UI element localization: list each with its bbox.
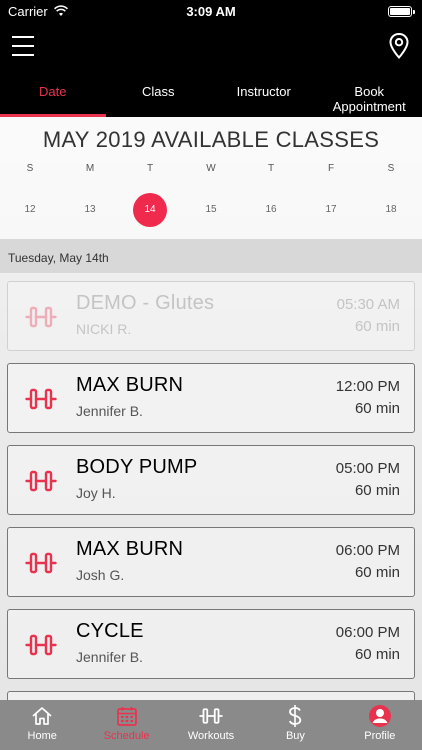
calendar-day[interactable]: 12 xyxy=(13,204,47,215)
class-time: 05:00 PM xyxy=(335,460,400,477)
weekday-label: F xyxy=(327,163,335,174)
class-card[interactable]: BODY PUMP Joy H. 05:00 PM 60 min xyxy=(7,445,415,515)
tab-book-appointment[interactable]: Book Appointment xyxy=(317,68,422,117)
class-duration: 60 min xyxy=(354,400,400,417)
schedule-content[interactable]: MAY 2019 AVAILABLE CLASSES S M T W T F S… xyxy=(0,117,422,700)
weekday-row: S M T W T F S xyxy=(0,163,422,183)
bottom-tab-workouts[interactable]: Workouts xyxy=(169,700,253,750)
dumbbell-icon xyxy=(25,634,57,656)
location-pin-icon[interactable] xyxy=(388,32,410,60)
bottom-tab-profile[interactable]: Profile xyxy=(338,700,422,750)
weekday-label: W xyxy=(206,163,216,174)
calendar-day-selected[interactable]: 14 xyxy=(133,193,167,227)
class-card[interactable]: MAX BURN Jennifer B. 12:00 PM 60 min xyxy=(7,363,415,433)
class-duration: 60 min xyxy=(354,318,400,335)
class-name: BODY PUMP xyxy=(76,456,198,478)
bottom-tab-home[interactable]: Home xyxy=(0,700,84,750)
class-card[interactable]: MAX BURN Josh G. 06:00 PM 60 min xyxy=(7,527,415,597)
dollar-icon xyxy=(289,705,302,727)
class-name: MAX BURN xyxy=(76,374,184,396)
home-icon xyxy=(32,707,52,725)
calendar-day[interactable]: 16 xyxy=(254,204,288,215)
day-row: 12 13 14 15 16 17 18 xyxy=(0,193,422,227)
hamburger-menu-icon[interactable] xyxy=(12,36,34,56)
date-section-header: Tuesday, May 14th xyxy=(0,239,422,273)
class-time: 06:00 PM xyxy=(335,624,400,641)
bottom-tab-label: Profile xyxy=(364,730,396,742)
class-instructor: Jennifer B. xyxy=(76,403,143,419)
dumbbell-icon xyxy=(199,708,223,724)
class-name: DEMO - Glutes xyxy=(76,292,215,314)
calendar-title: MAY 2019 AVAILABLE CLASSES xyxy=(42,127,380,152)
class-time: 06:00 PM xyxy=(335,542,400,559)
battery-icon xyxy=(388,6,415,17)
calendar-day[interactable]: 13 xyxy=(73,204,107,215)
tab-date[interactable]: Date xyxy=(0,68,106,117)
calendar-day[interactable]: 18 xyxy=(374,204,408,215)
class-time: 05:30 AM xyxy=(336,296,400,313)
weekday-label: T xyxy=(146,163,154,174)
bottom-tab-buy[interactable]: Buy xyxy=(253,700,337,750)
calendar-icon xyxy=(116,707,137,726)
class-card[interactable]: CYCLE Jennifer B. 06:00 PM 60 min xyxy=(7,609,415,679)
bottom-tab-label: Buy xyxy=(285,730,305,742)
bottom-tab-label: Home xyxy=(27,730,57,742)
profile-icon xyxy=(368,705,391,727)
class-instructor: NICKI R. xyxy=(76,321,132,337)
class-instructor: Jennifer B. xyxy=(76,649,143,665)
status-bar: Carrier 3:09 AM xyxy=(0,0,422,24)
clock: 3:09 AM xyxy=(186,4,236,19)
class-instructor: Josh G. xyxy=(76,567,125,583)
filter-tabs: Date Class Instructor Book Appointment xyxy=(0,68,422,117)
calendar-day[interactable]: 17 xyxy=(314,204,348,215)
bottom-tab-label: Workouts xyxy=(187,730,235,742)
bottom-tab-label: Schedule xyxy=(103,730,150,742)
week-calendar: MAY 2019 AVAILABLE CLASSES S M T W T F S… xyxy=(0,117,422,239)
class-instructor: Joy H. xyxy=(76,485,116,501)
weekday-label: M xyxy=(85,163,95,174)
class-name: MAX BURN xyxy=(76,538,184,560)
weekday-label: S xyxy=(26,163,34,174)
class-card[interactable]: DEMO - Glutes NICKI R. 05:30 AM 60 min xyxy=(7,281,415,351)
calendar-day[interactable]: 15 xyxy=(194,204,228,215)
class-list: DEMO - Glutes NICKI R. 05:30 AM 60 min M… xyxy=(0,273,422,700)
class-duration: 60 min xyxy=(354,646,400,663)
dumbbell-icon xyxy=(25,388,57,410)
class-duration: 60 min xyxy=(354,482,400,499)
bottom-tab-schedule[interactable]: Schedule xyxy=(84,700,168,750)
dumbbell-icon xyxy=(25,552,57,574)
class-name: CYCLE xyxy=(76,620,144,642)
class-card-partial[interactable] xyxy=(7,691,415,700)
tab-instructor[interactable]: Instructor xyxy=(211,68,317,117)
bottom-tab-bar: Home Schedule Workouts Buy Profile xyxy=(0,700,422,750)
top-nav-bar xyxy=(0,24,422,68)
dumbbell-icon xyxy=(25,306,57,328)
weekday-label: T xyxy=(267,163,275,174)
class-time: 12:00 PM xyxy=(335,378,400,395)
tab-class[interactable]: Class xyxy=(106,68,212,117)
weekday-label: S xyxy=(387,163,395,174)
dumbbell-icon xyxy=(25,470,57,492)
class-duration: 60 min xyxy=(354,564,400,581)
